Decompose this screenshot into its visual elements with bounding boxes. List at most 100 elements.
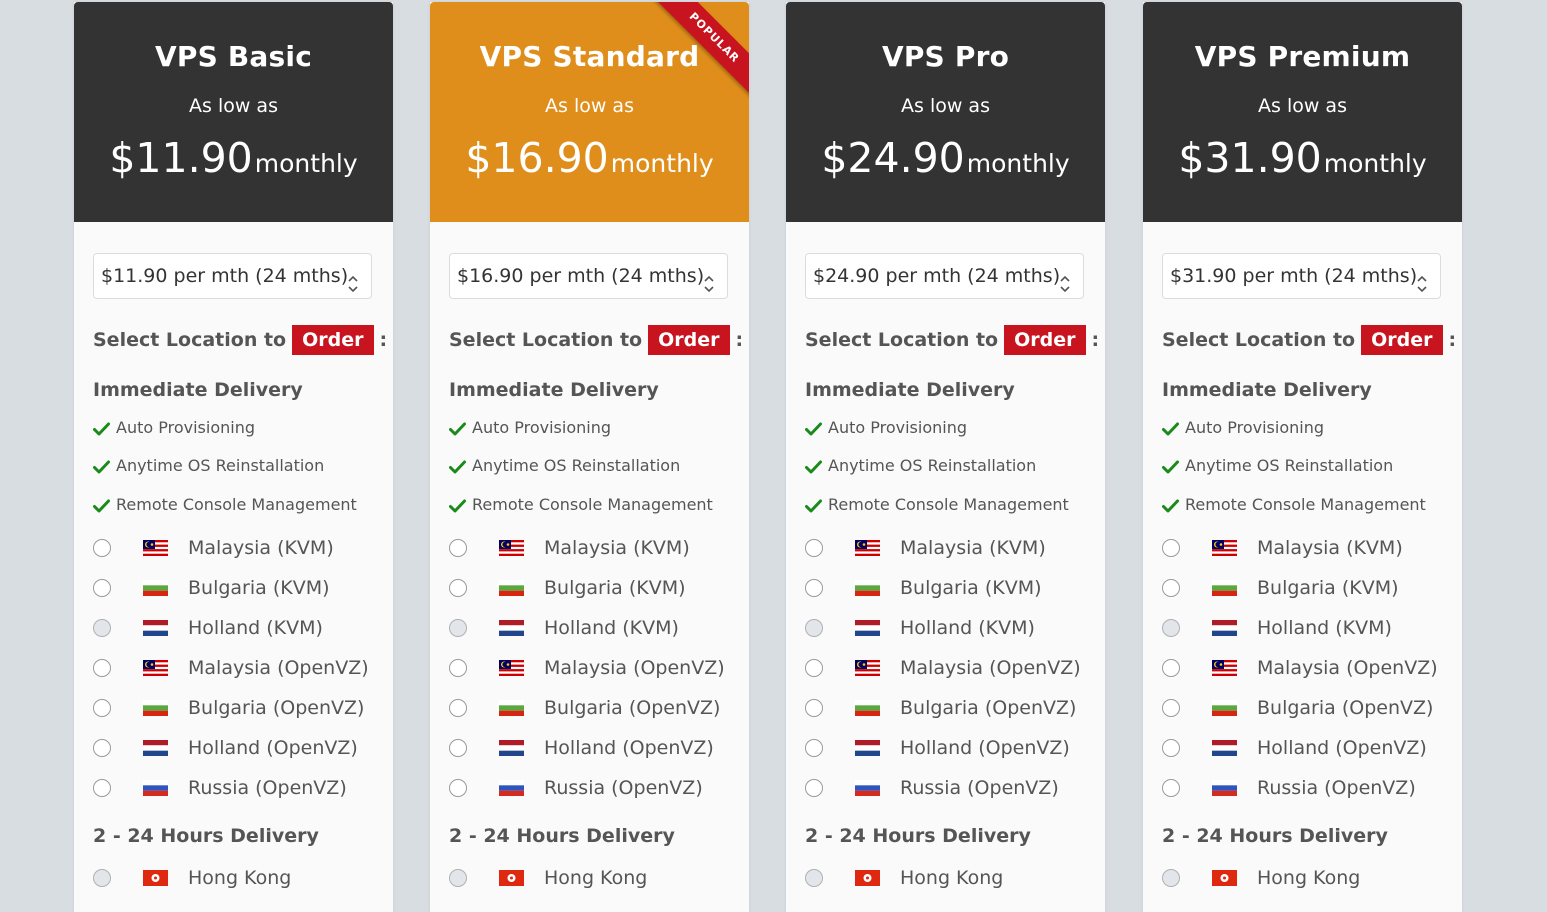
location-radio[interactable] [449, 539, 467, 557]
location-radio[interactable] [805, 579, 823, 597]
location-radio[interactable] [449, 739, 467, 757]
location-radio[interactable] [1162, 869, 1180, 887]
location-option[interactable]: Bulgaria (OpenVZ) [449, 695, 720, 721]
location-label: Holland (OpenVZ) [188, 737, 358, 759]
location-option[interactable]: Bulgaria (OpenVZ) [1162, 695, 1433, 721]
location-option[interactable]: Malaysia (OpenVZ) [805, 655, 1081, 681]
location-radio[interactable] [93, 779, 111, 797]
location-option[interactable]: Hong Kong [449, 865, 647, 891]
location-radio[interactable] [93, 619, 111, 637]
location-option[interactable]: Hong Kong [805, 865, 1003, 891]
location-radio[interactable] [449, 579, 467, 597]
location-option[interactable]: Holland (KVM) [1162, 615, 1392, 641]
location-radio[interactable] [1162, 739, 1180, 757]
location-option[interactable]: Malaysia (OpenVZ) [93, 655, 369, 681]
location-label: Malaysia (OpenVZ) [544, 657, 725, 679]
location-radio[interactable] [93, 869, 111, 887]
order-button[interactable]: Order [1361, 325, 1443, 355]
malaysia-flag-icon [1212, 660, 1237, 676]
order-button[interactable]: Order [292, 325, 374, 355]
billing-term-select[interactable]: $31.90 per mth (24 mths) [1162, 253, 1441, 299]
location-label: Malaysia (OpenVZ) [1257, 657, 1438, 679]
location-radio[interactable] [1162, 579, 1180, 597]
location-radio[interactable] [93, 539, 111, 557]
location-radio[interactable] [93, 579, 111, 597]
location-label: Hong Kong [900, 867, 1004, 889]
location-radio[interactable] [805, 619, 823, 637]
as-low-as-label: As low as [901, 95, 990, 117]
location-option[interactable]: Malaysia (KVM) [449, 535, 690, 561]
location-label: Malaysia (KVM) [544, 537, 690, 559]
location-option[interactable]: Malaysia (OpenVZ) [1162, 655, 1438, 681]
billing-term-select[interactable]: $11.90 per mth (24 mths) [93, 253, 372, 299]
billing-term-select[interactable]: $24.90 per mth (24 mths) [805, 253, 1084, 299]
location-radio[interactable] [805, 739, 823, 757]
location-option[interactable]: Bulgaria (OpenVZ) [93, 695, 364, 721]
plan-name: VPS Premium [1194, 40, 1411, 73]
location-radio[interactable] [93, 659, 111, 677]
location-radio[interactable] [805, 869, 823, 887]
location-option[interactable]: Malaysia (KVM) [805, 535, 1046, 561]
location-option[interactable]: Bulgaria (KVM) [93, 575, 330, 601]
location-radio[interactable] [449, 699, 467, 717]
location-radio[interactable] [805, 779, 823, 797]
malaysia-flag-icon [143, 540, 168, 556]
location-option[interactable]: Bulgaria (KVM) [449, 575, 686, 601]
location-option[interactable]: Russia (OpenVZ) [805, 775, 1059, 801]
location-label: Russia (OpenVZ) [1257, 777, 1416, 799]
location-option[interactable]: Bulgaria (OpenVZ) [805, 695, 1076, 721]
order-prompt-label: Select Location to [1162, 329, 1356, 351]
feature-item: Remote Console Management [449, 495, 713, 514]
location-option[interactable]: Bulgaria (KVM) [805, 575, 1042, 601]
order-button[interactable]: Order [1004, 325, 1086, 355]
location-radio[interactable] [805, 539, 823, 557]
location-radio[interactable] [805, 699, 823, 717]
location-radio[interactable] [93, 699, 111, 717]
location-option[interactable]: Bulgaria (KVM) [1162, 575, 1399, 601]
location-option[interactable]: Malaysia (KVM) [93, 535, 334, 561]
location-radio[interactable] [1162, 699, 1180, 717]
location-option[interactable]: Holland (KVM) [805, 615, 1035, 641]
order-button[interactable]: Order [648, 325, 730, 355]
delayed-delivery-title: 2 - 24 Hours Delivery [1162, 825, 1388, 847]
location-option[interactable]: Holland (OpenVZ) [93, 735, 358, 761]
location-option[interactable]: Hong Kong [93, 865, 291, 891]
holland-flag-icon [499, 740, 524, 756]
bulgaria-flag-icon [143, 580, 168, 596]
location-radio[interactable] [449, 869, 467, 887]
location-option[interactable]: Holland (KVM) [93, 615, 323, 641]
location-label: Malaysia (KVM) [188, 537, 334, 559]
location-radio[interactable] [449, 779, 467, 797]
feature-item: Auto Provisioning [1162, 418, 1324, 437]
bulgaria-flag-icon [855, 580, 880, 596]
location-radio[interactable] [93, 739, 111, 757]
location-radio[interactable] [1162, 619, 1180, 637]
check-icon [1162, 421, 1179, 435]
location-option[interactable]: Hong Kong [1162, 865, 1360, 891]
location-radio[interactable] [1162, 539, 1180, 557]
location-option[interactable]: Holland (KVM) [449, 615, 679, 641]
location-option[interactable]: Russia (OpenVZ) [93, 775, 347, 801]
hongkong-flag-icon [855, 870, 880, 886]
location-radio[interactable] [1162, 659, 1180, 677]
malaysia-flag-icon [143, 660, 168, 676]
feature-label: Auto Provisioning [472, 418, 611, 437]
location-option[interactable]: Malaysia (OpenVZ) [449, 655, 725, 681]
location-option[interactable]: Holland (OpenVZ) [1162, 735, 1427, 761]
delayed-delivery-title: 2 - 24 Hours Delivery [93, 825, 319, 847]
plan-price: $11.90 [109, 134, 253, 182]
feature-item: Auto Provisioning [805, 418, 967, 437]
location-radio[interactable] [449, 659, 467, 677]
location-radio[interactable] [805, 659, 823, 677]
location-option[interactable]: Russia (OpenVZ) [1162, 775, 1416, 801]
bulgaria-flag-icon [1212, 580, 1237, 596]
location-radio[interactable] [1162, 779, 1180, 797]
billing-term-select[interactable]: $16.90 per mth (24 mths) [449, 253, 728, 299]
location-label: Bulgaria (OpenVZ) [188, 697, 365, 719]
location-option[interactable]: Holland (OpenVZ) [449, 735, 714, 761]
location-option[interactable]: Holland (OpenVZ) [805, 735, 1070, 761]
location-option[interactable]: Russia (OpenVZ) [449, 775, 703, 801]
location-option[interactable]: Malaysia (KVM) [1162, 535, 1403, 561]
location-label: Bulgaria (KVM) [188, 577, 330, 599]
location-radio[interactable] [449, 619, 467, 637]
